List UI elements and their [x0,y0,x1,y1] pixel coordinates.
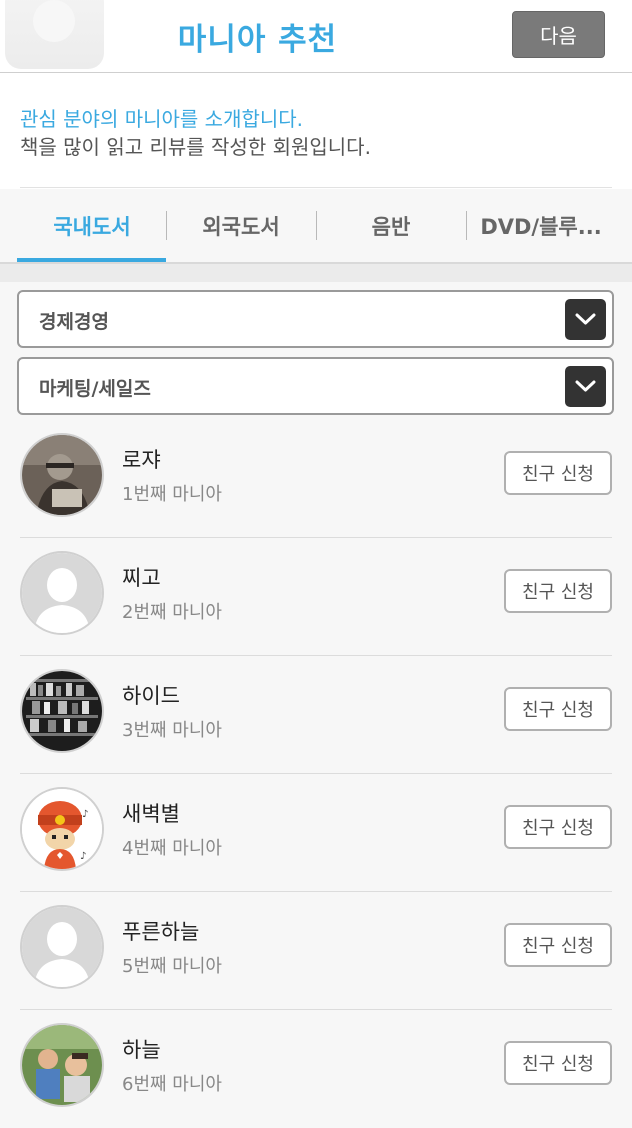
list-item: 하늘 6번째 마니아 친구 신청 [0,1010,632,1128]
mania-rank: 5번째 마니아 [122,956,222,977]
list-item: 찌고 2번째 마니아 친구 신청 [0,538,632,656]
mania-name: 하이드 [122,684,180,708]
avatar[interactable] [20,1023,104,1107]
intro-section: 관심 분야의 마니아를 소개합니다. 책을 많이 읽고 리뷰를 작성한 회원입니… [0,73,632,189]
page-title: 마니아 추천 [177,22,338,58]
chevron-down-icon[interactable] [565,299,606,340]
app-icon [5,0,104,69]
avatar[interactable] [20,433,104,517]
intro-headline: 관심 분야의 마니아를 소개합니다. [20,107,304,131]
list-item: 하이드 3번째 마니아 친구 신청 [0,656,632,774]
tab-domestic-books[interactable]: 국내도서 [17,189,167,262]
mania-rank: 4번째 마니아 [122,838,222,859]
intro-description: 책을 많이 읽고 리뷰를 작성한 회원입니다. [20,135,371,159]
svg-text:♪: ♪ [82,809,88,820]
mania-name: 찌고 [122,566,161,590]
mania-rank: 1번째 마니아 [122,484,222,505]
mania-name: 새벽별 [122,802,180,826]
header: 마니아 추천 다음 [0,0,632,73]
active-tab-indicator [17,258,166,262]
chevron-down-icon[interactable] [565,366,606,407]
friend-request-button[interactable]: 친구 신청 [504,923,612,967]
list-item: 로쟈 1번째 마니아 친구 신청 [0,420,632,538]
section-gap [0,264,632,282]
avatar[interactable] [20,669,104,753]
divider [20,187,612,188]
mania-rank: 3번째 마니아 [122,720,222,741]
friend-request-button[interactable]: 친구 신청 [504,1041,612,1085]
friend-request-button[interactable]: 친구 신청 [504,569,612,613]
tab-foreign-books[interactable]: 외국도서 [166,189,316,262]
tab-music[interactable]: 음반 [316,189,466,262]
mania-name: 푸른하늘 [122,920,200,944]
category-tabs: 국내도서 외국도서 음반 DVD/블루... [0,189,632,264]
default-person-icon[interactable] [20,551,104,635]
list-item: 푸른하늘 5번째 마니아 친구 신청 [0,892,632,1010]
list-item: ♪ ♪ 새벽별 4번째 마니아 친구 신청 [0,774,632,892]
friend-request-button[interactable]: 친구 신청 [504,451,612,495]
friend-request-button[interactable]: 친구 신청 [504,687,612,731]
svg-text:♪: ♪ [80,851,86,862]
mania-name: 하늘 [122,1038,161,1062]
default-person-icon[interactable] [20,905,104,989]
category-select-value: 경제경영 [39,311,109,333]
subcategory-select[interactable]: 마케팅/세일즈 [17,357,614,415]
friend-request-button[interactable]: 친구 신청 [504,805,612,849]
mania-rank: 6번째 마니아 [122,1074,222,1095]
subcategory-select-value: 마케팅/세일즈 [39,378,151,400]
category-select[interactable]: 경제경영 [17,290,614,348]
tab-dvd-bluray[interactable]: DVD/블루... [466,189,616,262]
mania-rank: 2번째 마니아 [122,602,222,623]
next-button[interactable]: 다음 [512,11,605,58]
mania-name: 로쟈 [122,448,161,472]
avatar[interactable]: ♪ ♪ [20,787,104,871]
